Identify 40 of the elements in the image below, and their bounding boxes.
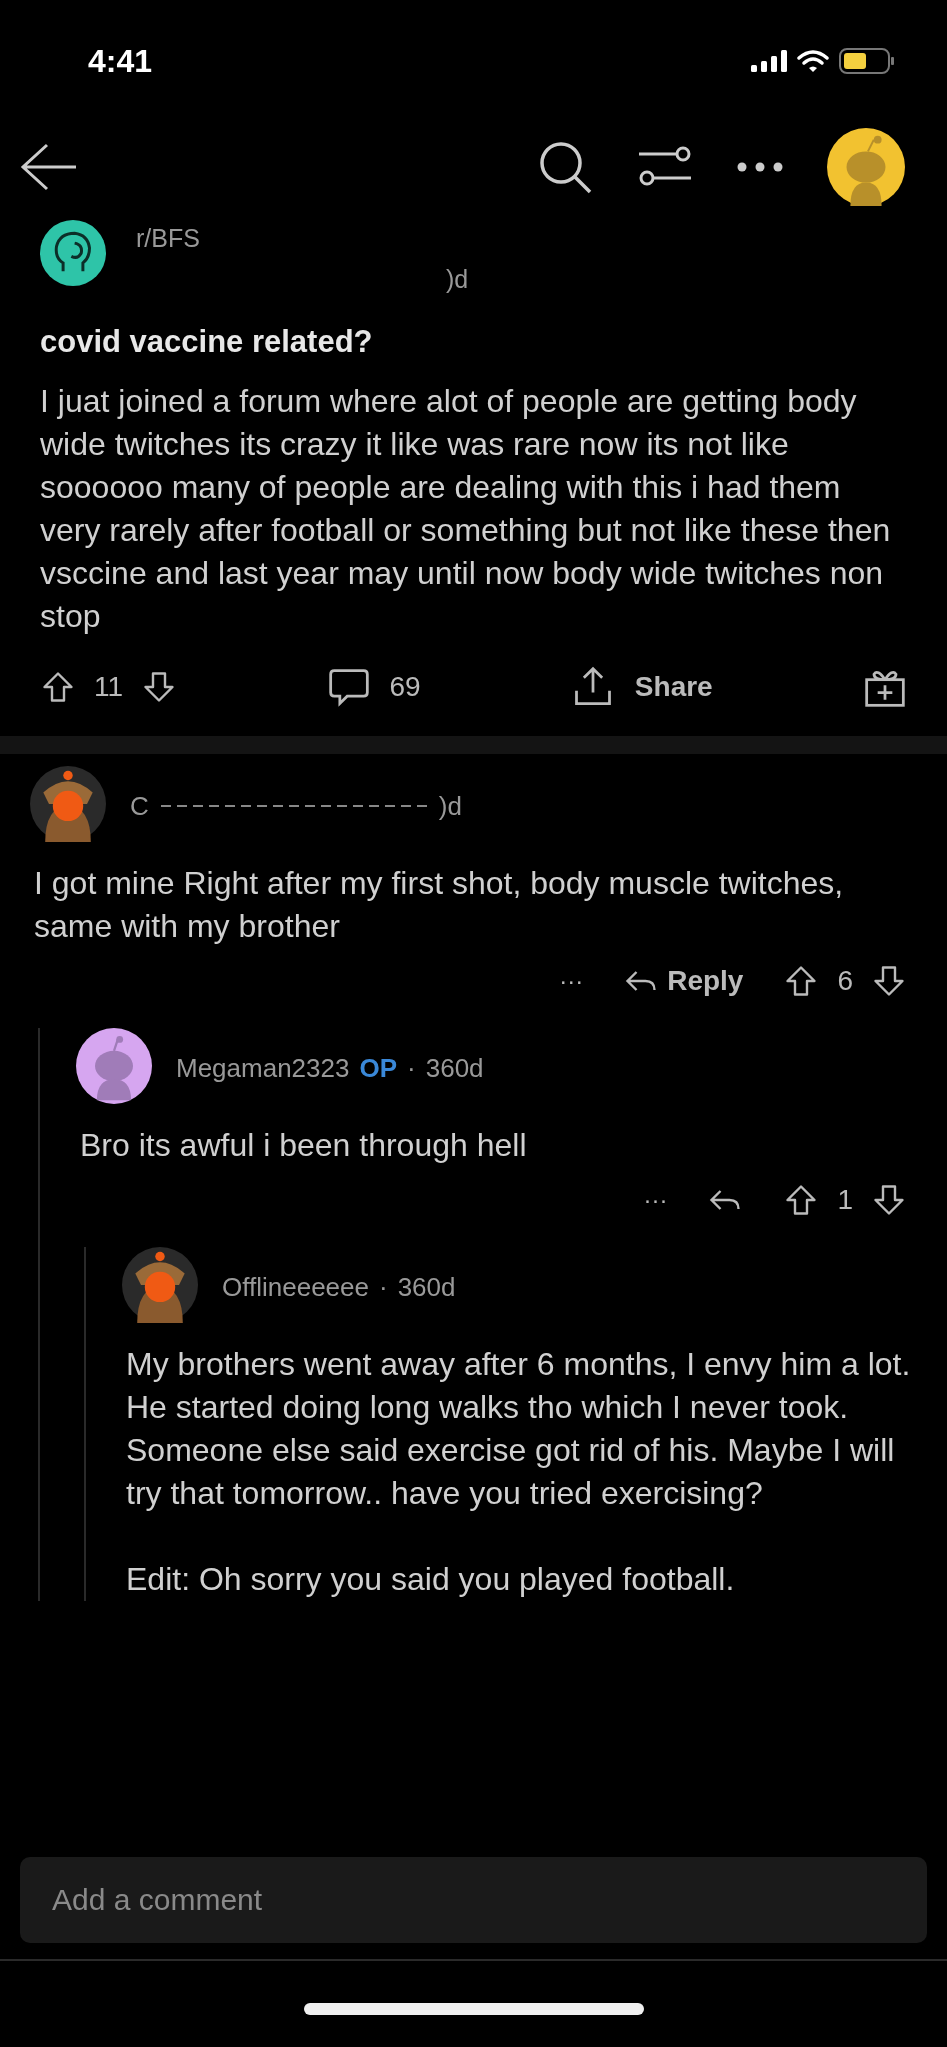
downvote-icon[interactable] xyxy=(871,963,907,999)
wifi-icon xyxy=(797,49,829,73)
downvote-icon[interactable] xyxy=(871,1182,907,1218)
comment-author[interactable]: Offlineeeeee xyxy=(222,1271,369,1303)
status-time: 4:41 xyxy=(88,42,153,80)
signal-icon xyxy=(751,50,787,72)
reply-button[interactable]: Reply xyxy=(623,963,744,999)
comment-text: Bro its awful i been through hell xyxy=(80,1126,528,1165)
upvote-icon[interactable] xyxy=(40,669,76,705)
comment-field[interactable]: Add a comment xyxy=(20,1857,927,1943)
post-body: I juat joined a forum where alot of people are getting body wide twitches its crazy it like was rare now its not like soooooo many of people are dealing with this i had them very rarely after football or something but not like these then vsccine and last year may until now body wide twitches non stop xyxy=(40,382,892,636)
avatar-icon[interactable] xyxy=(30,766,106,842)
subreddit-icon[interactable] xyxy=(40,220,106,286)
comment-author[interactable]: C xyxy=(130,790,149,822)
profile-avatar-icon[interactable] xyxy=(827,128,905,206)
avatar-icon[interactable] xyxy=(122,1247,198,1323)
comment-age: 360d xyxy=(397,1271,456,1303)
comment-text: I got mine Right after my first shot, body muscle twitches, same with my brother xyxy=(34,864,845,946)
subreddit-name[interactable]: r/BFS xyxy=(136,224,469,253)
op-tag: OP xyxy=(359,1052,398,1084)
comment-text: My brothers went away after 6 months, I envy him a lot. He started doing long walks tho which I never took. Someone else said exercise got rid of his. Maybe I will try that tomorrow.. have you tried exercising? Edit: Oh sorry you said you played football. xyxy=(126,1345,911,1599)
comment-author[interactable]: Megaman2323 xyxy=(176,1052,350,1084)
vote-count: 1 xyxy=(837,1184,853,1216)
back-icon[interactable] xyxy=(20,142,78,192)
separator-dot: · xyxy=(407,1052,416,1084)
comment-age: 360d xyxy=(425,1052,484,1084)
more-icon[interactable] xyxy=(737,162,783,172)
share-button[interactable]: Share xyxy=(570,665,713,709)
vote-count: 11 xyxy=(94,671,124,703)
post-age: )d xyxy=(446,265,469,294)
more-button[interactable]: ··· xyxy=(559,967,584,995)
post-title: covid vaccine related? xyxy=(40,324,374,360)
more-button[interactable]: ··· xyxy=(643,1186,668,1214)
comment-age: )d xyxy=(438,790,462,822)
avatar-icon[interactable] xyxy=(76,1028,152,1104)
battery-icon xyxy=(839,48,895,74)
vote-count: 6 xyxy=(837,965,853,997)
comment-count: 69 xyxy=(389,671,421,703)
search-icon[interactable] xyxy=(537,139,593,195)
separator-dot: · xyxy=(379,1271,388,1303)
